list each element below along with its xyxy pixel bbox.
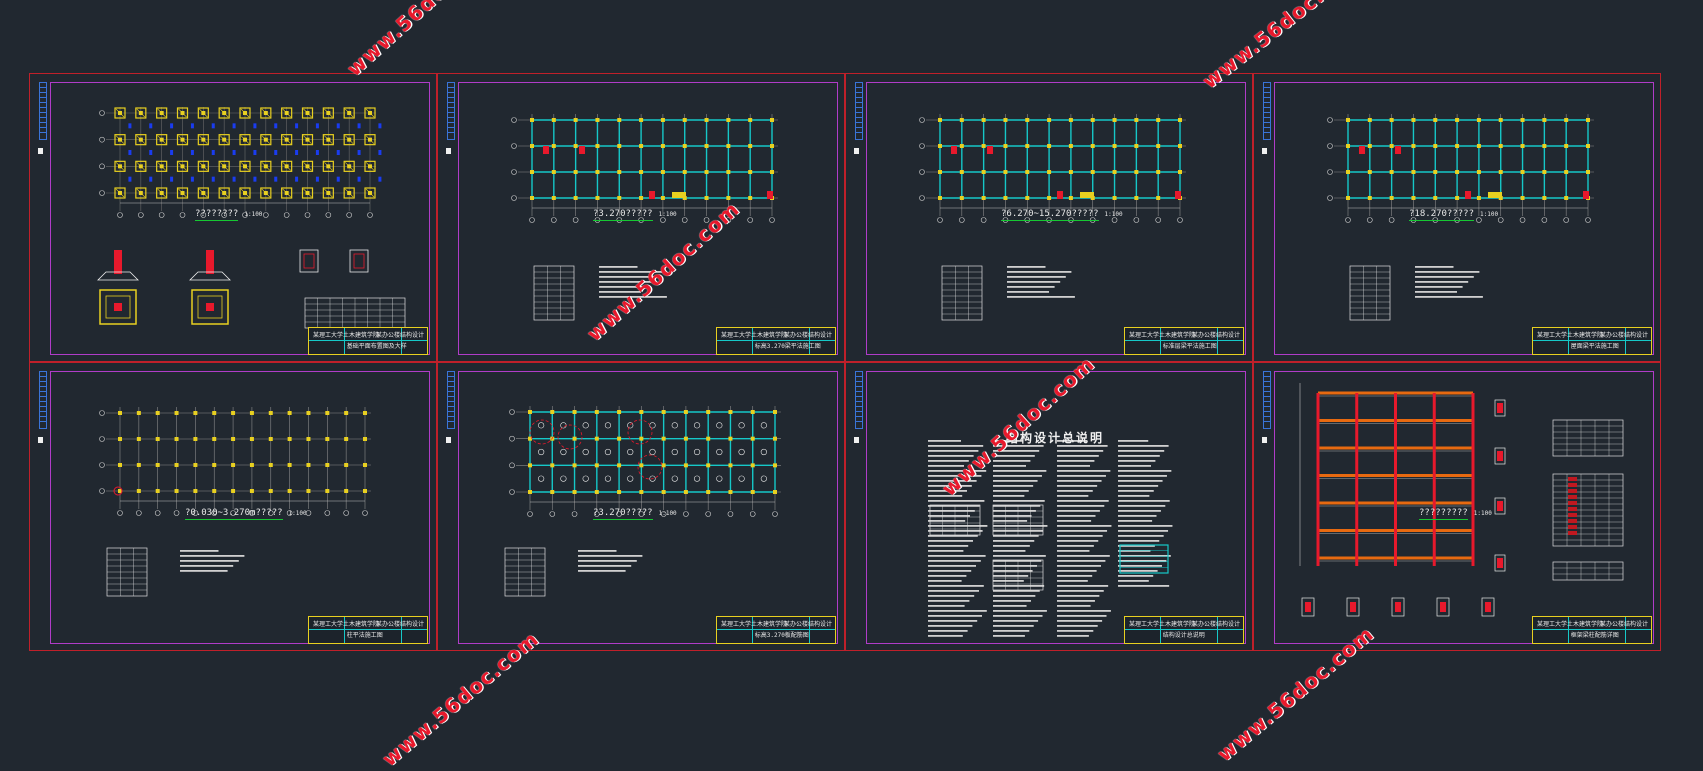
- sheet-border: [866, 371, 1246, 644]
- drawing-sheet[interactable]: 某理工大学土木建筑学院 某办公楼结构设计标准层梁平法施工图 ?6.270~15.27…: [845, 73, 1253, 362]
- sheet-marker: [854, 437, 859, 443]
- title-block[interactable]: 某理工大学土木建筑学院 某办公楼结构设计基础平面布置图及大样: [308, 327, 428, 355]
- title-block-drawing-name: 柱平法施工图: [346, 632, 383, 639]
- title-block-school: 某理工大学土木建筑学院: [721, 621, 788, 628]
- title-block-drawing-name: 基础平面布置图及大样: [346, 343, 407, 350]
- title-block-project: 某办公楼结构设计: [1191, 621, 1240, 628]
- sheet-marker: [1262, 148, 1267, 154]
- drawing-caption-text: ?3.270?????: [593, 209, 653, 221]
- drawing-sheet[interactable]: 某理工大学土木建筑学院 某办公楼结构设计柱平法施工图 ?0.030~3.270m??…: [29, 362, 437, 651]
- title-block-project: 某办公楼结构设计: [783, 621, 832, 628]
- title-block-project: 某办公楼结构设计: [1599, 332, 1648, 339]
- title-block[interactable]: 某理工大学土木建筑学院 某办公楼结构设计标高3.270板配筋图: [716, 616, 836, 644]
- title-block-school: 某理工大学土木建筑学院: [1129, 332, 1196, 339]
- sheet-side-ruler: [447, 371, 455, 429]
- drawing-caption: ?0.030~3.270m????? 1:100: [185, 508, 307, 520]
- sheet-side-ruler: [39, 82, 47, 140]
- title-block-school: 某理工大学土木建筑学院: [313, 332, 380, 339]
- title-block-school: 某理工大学土木建筑学院: [1129, 621, 1196, 628]
- sheet-marker: [446, 148, 451, 154]
- title-block-project: 某办公楼结构设计: [783, 332, 832, 339]
- sheet-side-ruler: [855, 371, 863, 429]
- title-block[interactable]: 某理工大学土木建筑学院 某办公楼结构设计结构设计总说明: [1124, 616, 1244, 644]
- title-block[interactable]: 某理工大学土木建筑学院 某办公楼结构设计框架梁柱配筋详图: [1532, 616, 1652, 644]
- title-block-school: 某理工大学土木建筑学院: [1537, 332, 1604, 339]
- title-block[interactable]: 某理工大学土木建筑学院 某办公楼结构设计标高3.270梁平法施工图: [716, 327, 836, 355]
- title-block-school: 某理工大学土木建筑学院: [1537, 621, 1604, 628]
- drawing-caption-text: ?3.270?????: [593, 508, 653, 520]
- drawing-scale: 1:100: [1104, 211, 1123, 218]
- drawing-scale: 1:100: [1480, 211, 1499, 218]
- drawing-sheet[interactable]: 某理工大学土木建筑学院 某办公楼结构设计 基础平面布置图及大样???????? 1:1…: [29, 73, 437, 362]
- drawing-caption-text: ?6.270~15.270?????: [1001, 209, 1099, 221]
- drawing-caption-text: ?????????: [1419, 508, 1468, 520]
- drawing-caption: ????????? 1:100: [1419, 508, 1492, 520]
- title-block-drawing-name: 屋面梁平法施工图: [1570, 343, 1619, 350]
- sheet-marker: [38, 148, 43, 154]
- drawing-sheet[interactable]: 某理工大学土木建筑学院 某办公楼结构设计标高3.270板配筋图 ?3.270????…: [437, 362, 845, 651]
- drawing-caption-text: ?18.270?????: [1409, 209, 1475, 221]
- title-block-school: 某理工大学土木建筑学院: [313, 621, 380, 628]
- drawing-caption: ?3.270????? 1:100: [593, 508, 677, 520]
- drawing-caption-text: ????????: [195, 209, 239, 221]
- drawing-scale: 1:100: [1473, 510, 1492, 517]
- drawing-sheet[interactable]: 某理工大学土木建筑学院 某办公楼结构设计 框架梁柱配筋详图????????? 1:10…: [1253, 362, 1661, 651]
- drawing-scale: 1:100: [288, 510, 307, 517]
- title-block-project: 某办公楼结构设计: [375, 332, 424, 339]
- sheet-marker: [854, 148, 859, 154]
- sheet-side-ruler: [855, 82, 863, 140]
- drawing-caption: ?3.270????? 1:100: [593, 209, 677, 221]
- drawing-caption-text: ?0.030~3.270m?????: [185, 508, 283, 520]
- title-block-school: 某理工大学土木建筑学院: [721, 332, 788, 339]
- title-block-drawing-name: 标高3.270板配筋图: [754, 632, 809, 639]
- title-block-drawing-name: 标高3.270梁平法施工图: [754, 343, 821, 350]
- sheet-side-ruler: [39, 371, 47, 429]
- drawing-sheet[interactable]: 某理工大学土木建筑学院 某办公楼结构设计标高3.270梁平法施工图 ?3.270??…: [437, 73, 845, 362]
- sheet-marker: [1262, 437, 1267, 443]
- title-block[interactable]: 某理工大学土木建筑学院 某办公楼结构设计标准层梁平法施工图: [1124, 327, 1244, 355]
- drawing-scale: 1:100: [244, 211, 263, 218]
- sheet-side-ruler: [1263, 371, 1271, 429]
- title-block-project: 某办公楼结构设计: [1599, 621, 1648, 628]
- drawing-caption: ???????? 1:100: [195, 209, 263, 221]
- sheet-side-ruler: [1263, 82, 1271, 140]
- drawing-caption: ?18.270????? 1:100: [1409, 209, 1499, 221]
- title-block-project: 某办公楼结构设计: [1191, 332, 1240, 339]
- title-block-drawing-name: 框架梁柱配筋详图: [1570, 632, 1619, 639]
- sheet-marker: [446, 437, 451, 443]
- title-block-drawing-name: 标准层梁平法施工图: [1162, 343, 1217, 350]
- title-block[interactable]: 某理工大学土木建筑学院 某办公楼结构设计屋面梁平法施工图: [1532, 327, 1652, 355]
- drawing-scale: 1:100: [658, 510, 677, 517]
- drawing-sheet[interactable]: 某理工大学土木建筑学院 某办公楼结构设计屋面梁平法施工图 ?18.270????? 1…: [1253, 73, 1661, 362]
- sheet-marker: [38, 437, 43, 443]
- drawing-scale: 1:100: [658, 211, 677, 218]
- drawing-caption: ?6.270~15.270????? 1:100: [1001, 209, 1123, 221]
- title-block[interactable]: 某理工大学土木建筑学院 某办公楼结构设计柱平法施工图: [308, 616, 428, 644]
- title-block-project: 某办公楼结构设计: [375, 621, 424, 628]
- title-block-drawing-name: 结构设计总说明: [1162, 632, 1205, 639]
- sheet-side-ruler: [447, 82, 455, 140]
